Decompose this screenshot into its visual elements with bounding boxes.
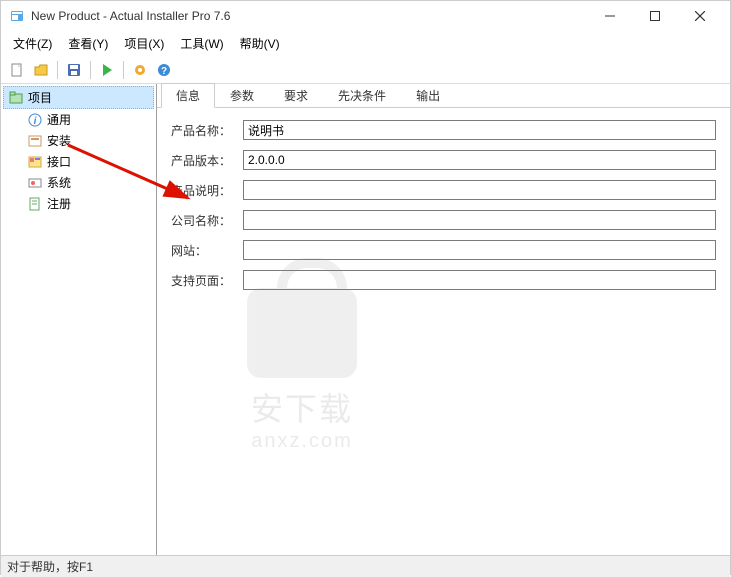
- form-panel: 安下载 anxz.com 产品名称： 产品版本： 产品说明： 公司名称： 网站：: [157, 108, 730, 312]
- support-label: 支持页面：: [171, 272, 243, 289]
- close-button[interactable]: [677, 2, 722, 30]
- tab-require[interactable]: 要求: [269, 83, 323, 107]
- save-button[interactable]: [63, 59, 85, 81]
- project-icon: [8, 90, 24, 106]
- tab-output[interactable]: 输出: [401, 83, 455, 107]
- toolbar-separator: [90, 61, 91, 79]
- tree-item-install[interactable]: 安装: [3, 130, 154, 151]
- product-version-input[interactable]: [243, 150, 716, 170]
- svg-text:?: ?: [161, 66, 167, 77]
- settings-button[interactable]: [129, 59, 151, 81]
- tree-item-register[interactable]: 注册: [3, 193, 154, 214]
- menu-help[interactable]: 帮助(V): [232, 33, 288, 54]
- tab-bar: 信息 参数 要求 先决条件 输出: [157, 84, 730, 108]
- product-name-input[interactable]: [243, 120, 716, 140]
- install-icon: [27, 133, 43, 149]
- tree-item-label: 系统: [47, 174, 71, 191]
- tree-item-system[interactable]: 系统: [3, 172, 154, 193]
- watermark-url: anxz.com: [247, 430, 357, 453]
- menu-file[interactable]: 文件(Z): [5, 33, 60, 54]
- register-icon: [27, 196, 43, 212]
- website-input[interactable]: [243, 240, 716, 260]
- project-tree: 项目 i 通用 安装 接口 系统 注册: [1, 84, 157, 555]
- new-button[interactable]: [6, 59, 28, 81]
- menu-bar: 文件(Z) 查看(Y) 项目(X) 工具(W) 帮助(V): [1, 31, 730, 56]
- title-bar: New Product - Actual Installer Pro 7.6: [1, 1, 730, 31]
- lock-icon: [247, 288, 357, 378]
- svg-text:i: i: [34, 116, 37, 127]
- support-input[interactable]: [243, 270, 716, 290]
- window-title: New Product - Actual Installer Pro 7.6: [31, 9, 587, 23]
- menu-view[interactable]: 查看(Y): [60, 33, 116, 54]
- tab-precond[interactable]: 先决条件: [323, 83, 401, 107]
- menu-project[interactable]: 项目(X): [116, 33, 172, 54]
- open-button[interactable]: [30, 59, 52, 81]
- minimize-button[interactable]: [587, 2, 632, 30]
- website-label: 网站：: [171, 242, 243, 259]
- app-icon: [9, 8, 25, 24]
- toolbar-separator: [123, 61, 124, 79]
- status-bar: 对于帮助，按F1: [1, 555, 730, 577]
- company-label: 公司名称：: [171, 212, 243, 229]
- interface-icon: [27, 154, 43, 170]
- workspace: 项目 i 通用 安装 接口 系统 注册 信息 参数 要求 先决条件 输出: [1, 84, 730, 555]
- menu-tools[interactable]: 工具(W): [172, 33, 231, 54]
- toolbar: ?: [1, 56, 730, 84]
- system-icon: [27, 175, 43, 191]
- tree-item-label: 注册: [47, 195, 71, 212]
- tree-root-project[interactable]: 项目: [3, 86, 154, 109]
- tab-params[interactable]: 参数: [215, 83, 269, 107]
- watermark: 安下载 anxz.com: [247, 288, 357, 453]
- help-button[interactable]: ?: [153, 59, 175, 81]
- maximize-button[interactable]: [632, 2, 677, 30]
- product-desc-input[interactable]: [243, 180, 716, 200]
- toolbar-separator: [57, 61, 58, 79]
- status-text: 对于帮助，按F1: [7, 558, 93, 575]
- info-icon: i: [27, 112, 43, 128]
- tree-root-label: 项目: [28, 89, 52, 106]
- tree-item-interface[interactable]: 接口: [3, 151, 154, 172]
- tree-item-label: 安装: [47, 132, 71, 149]
- tree-item-general[interactable]: i 通用: [3, 109, 154, 130]
- content-pane: 信息 参数 要求 先决条件 输出 安下载 anxz.com 产品名称：: [157, 84, 730, 555]
- product-desc-label: 产品说明：: [171, 182, 243, 199]
- product-name-label: 产品名称：: [171, 122, 243, 139]
- tree-item-label: 接口: [47, 153, 71, 170]
- tree-item-label: 通用: [47, 111, 71, 128]
- company-input[interactable]: [243, 210, 716, 230]
- run-button[interactable]: [96, 59, 118, 81]
- tab-info[interactable]: 信息: [161, 83, 215, 108]
- watermark-text: 安下载: [247, 384, 357, 430]
- product-version-label: 产品版本：: [171, 152, 243, 169]
